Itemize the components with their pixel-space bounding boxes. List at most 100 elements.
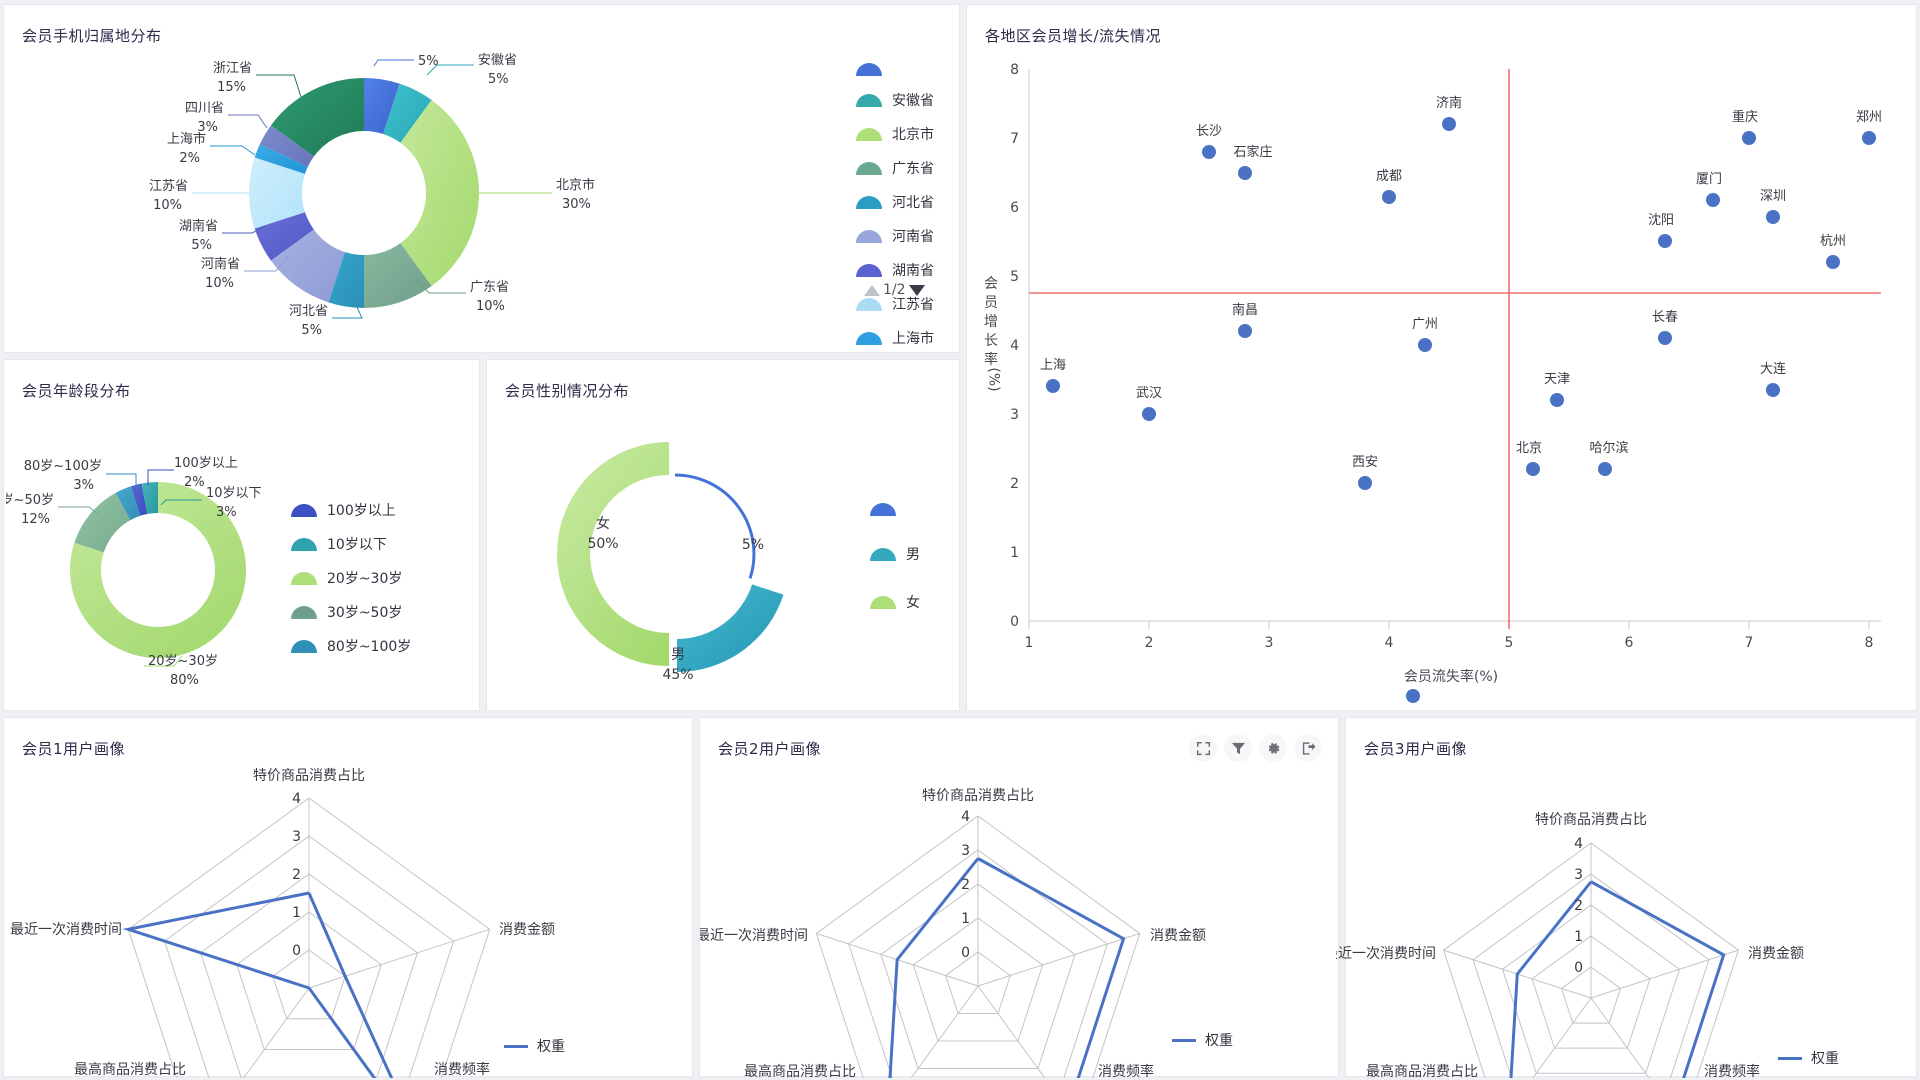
legend-label: 100岁以上 <box>327 503 396 519</box>
scatter-point[interactable] <box>1238 324 1252 338</box>
scatter-point-label: 厦门 <box>1696 172 1722 187</box>
y-tick-5: 5 <box>1010 269 1019 285</box>
scatter-chart: 8 7 6 5 4 3 2 1 0 1 2 3 4 5 6 7 8 上海 武汉 … <box>1010 62 1882 703</box>
legend-label: 上海市 <box>892 331 934 347</box>
y-tick-1: 1 <box>1010 545 1019 561</box>
legend-item[interactable]: 广东省 <box>856 158 934 178</box>
scatter-point[interactable] <box>1442 117 1456 131</box>
donut-slice-beijing[interactable] <box>400 99 479 287</box>
legend-item[interactable]: 30岁~50岁 <box>291 602 411 622</box>
radar-tick-1: 1 <box>292 905 301 921</box>
scatter-point[interactable] <box>1418 338 1432 352</box>
radar-tick-1: 1 <box>1574 929 1583 945</box>
radar-tick-4: 4 <box>961 809 970 825</box>
radar-indicator-special-price: 特价商品消费占比 <box>1535 812 1647 828</box>
scatter-point[interactable] <box>1766 383 1780 397</box>
gender-slice-male[interactable] <box>677 584 784 672</box>
scatter-point[interactable] <box>1658 234 1672 248</box>
region-donut-chart: 5% 安徽省 5% 北京市 30% 广东省 10% 河北省 5% 河南省 10%… <box>149 53 595 338</box>
gender-slice-unknown[interactable] <box>674 473 756 579</box>
scatter-point[interactable] <box>1598 462 1612 476</box>
age-label-20-30: 20岁~30岁 <box>148 654 218 669</box>
radar-legend-2[interactable]: 权重 <box>1172 1030 1233 1050</box>
scatter-point[interactable] <box>1826 255 1840 269</box>
radar-tick-3: 3 <box>1574 867 1583 883</box>
legend-item[interactable]: 河南省 <box>856 226 934 246</box>
legend-label: 北京市 <box>892 127 934 143</box>
legend-color-swatch-icon <box>870 595 896 609</box>
donut-label-beijing: 北京市 <box>556 177 595 193</box>
scatter-point[interactable] <box>1526 462 1540 476</box>
panel-member1-profile: 会员1用户画像 4 3 2 1 0 特价商品消费占比 消费金额 最近一次消费时间… <box>3 717 693 1078</box>
legend-item[interactable]: 安徽省 <box>856 90 934 110</box>
scatter-point-overflow[interactable] <box>1406 689 1420 703</box>
legend-page-prev-icon[interactable] <box>864 284 880 296</box>
legend-color-swatch-icon <box>291 571 317 585</box>
radar-indicator-frequency: 消费频率 <box>1098 1063 1154 1078</box>
settings-button[interactable] <box>1259 734 1287 762</box>
legend-item[interactable]: 女 <box>870 592 920 612</box>
scatter-point[interactable] <box>1550 393 1564 407</box>
scatter-point[interactable] <box>1658 331 1672 345</box>
gender-label-unknown-pct: 5% <box>742 537 764 553</box>
scatter-point-label: 长春 <box>1652 310 1678 325</box>
gender-label-male-pct: 45% <box>662 667 693 683</box>
legend-page-indicator: 1/2 <box>883 282 906 298</box>
scatter-point[interactable] <box>1238 166 1252 180</box>
radar-indicator-special-price: 特价商品消费占比 <box>253 768 365 784</box>
radar-tick-0: 0 <box>961 945 970 961</box>
legend-item[interactable]: 20岁~30岁 <box>291 568 411 588</box>
radar-series-line[interactable] <box>122 891 420 1078</box>
legend-item[interactable]: 湖南省 <box>856 260 934 280</box>
legend-label: 男 <box>906 547 920 563</box>
legend-item[interactable]: 河北省 <box>856 192 934 212</box>
gender-slice-female[interactable] <box>557 442 669 666</box>
legend-item[interactable]: 10岁以下 <box>291 534 411 554</box>
scatter-point[interactable] <box>1142 407 1156 421</box>
radar-indicator-last-time: 最近一次消费时间 <box>700 928 808 944</box>
legend-item[interactable] <box>870 503 920 516</box>
scatter-point-label: 西安 <box>1352 455 1378 470</box>
scatter-point[interactable] <box>1706 193 1720 207</box>
x-axis-title: 会员流失率(%) <box>1404 668 1498 685</box>
donut-label-henan: 河南省 <box>201 256 240 272</box>
gender-legend: 男 女 <box>870 503 920 612</box>
age-label-100-plus-pct: 2% <box>184 475 205 490</box>
legend-item[interactable]: 上海市 <box>856 328 934 348</box>
scatter-point-label: 济南 <box>1436 95 1462 111</box>
scatter-point[interactable] <box>1742 131 1756 145</box>
radar-legend-line-icon <box>1172 1038 1196 1042</box>
fullscreen-icon <box>1196 741 1210 755</box>
radar-legend-1[interactable]: 权重 <box>504 1036 565 1056</box>
donut-label-guangdong-pct: 10% <box>476 299 505 314</box>
donut-label-zhejiang-pct: 15% <box>217 80 246 95</box>
legend-item[interactable]: 男 <box>870 544 920 564</box>
scatter-point[interactable] <box>1202 145 1216 159</box>
age-label-under-10: 10岁以下 <box>206 486 262 501</box>
legend-label: 广东省 <box>892 161 934 177</box>
legend-item[interactable]: 北京市 <box>856 124 934 144</box>
gear-icon <box>1268 742 1279 754</box>
donut-label-hebei: 河北省 <box>289 304 328 319</box>
panel-title-gender: 会员性别情况分布 <box>505 382 630 400</box>
y-tick-7: 7 <box>1010 131 1019 147</box>
legend-color-swatch-icon <box>291 537 317 551</box>
donut-label-jiangsu-pct: 10% <box>153 198 182 213</box>
legend-item[interactable] <box>856 63 934 76</box>
gender-donut-chart: 女 50% 男 45% 5% <box>557 442 784 683</box>
legend-page-next-icon[interactable] <box>908 284 925 296</box>
radar-legend-3[interactable]: 权重 <box>1778 1048 1839 1068</box>
scatter-point[interactable] <box>1766 210 1780 224</box>
scatter-point[interactable] <box>1046 379 1060 393</box>
scatter-point[interactable] <box>1862 131 1876 145</box>
scatter-point[interactable] <box>1358 476 1372 490</box>
radar-indicator-last-time: 最近一次消费时间 <box>10 922 122 938</box>
legend-item[interactable]: 100岁以上 <box>291 500 411 520</box>
donut-label-zhejiang: 浙江省 <box>213 61 252 76</box>
age-label-80-100: 80岁~100岁 <box>24 459 102 474</box>
scatter-point[interactable] <box>1382 190 1396 204</box>
export-button[interactable] <box>1294 734 1322 762</box>
legend-item[interactable]: 80岁~100岁 <box>291 636 411 656</box>
scatter-point-label: 郑州 <box>1856 110 1882 125</box>
scatter-point-label: 石家庄 <box>1233 144 1272 160</box>
